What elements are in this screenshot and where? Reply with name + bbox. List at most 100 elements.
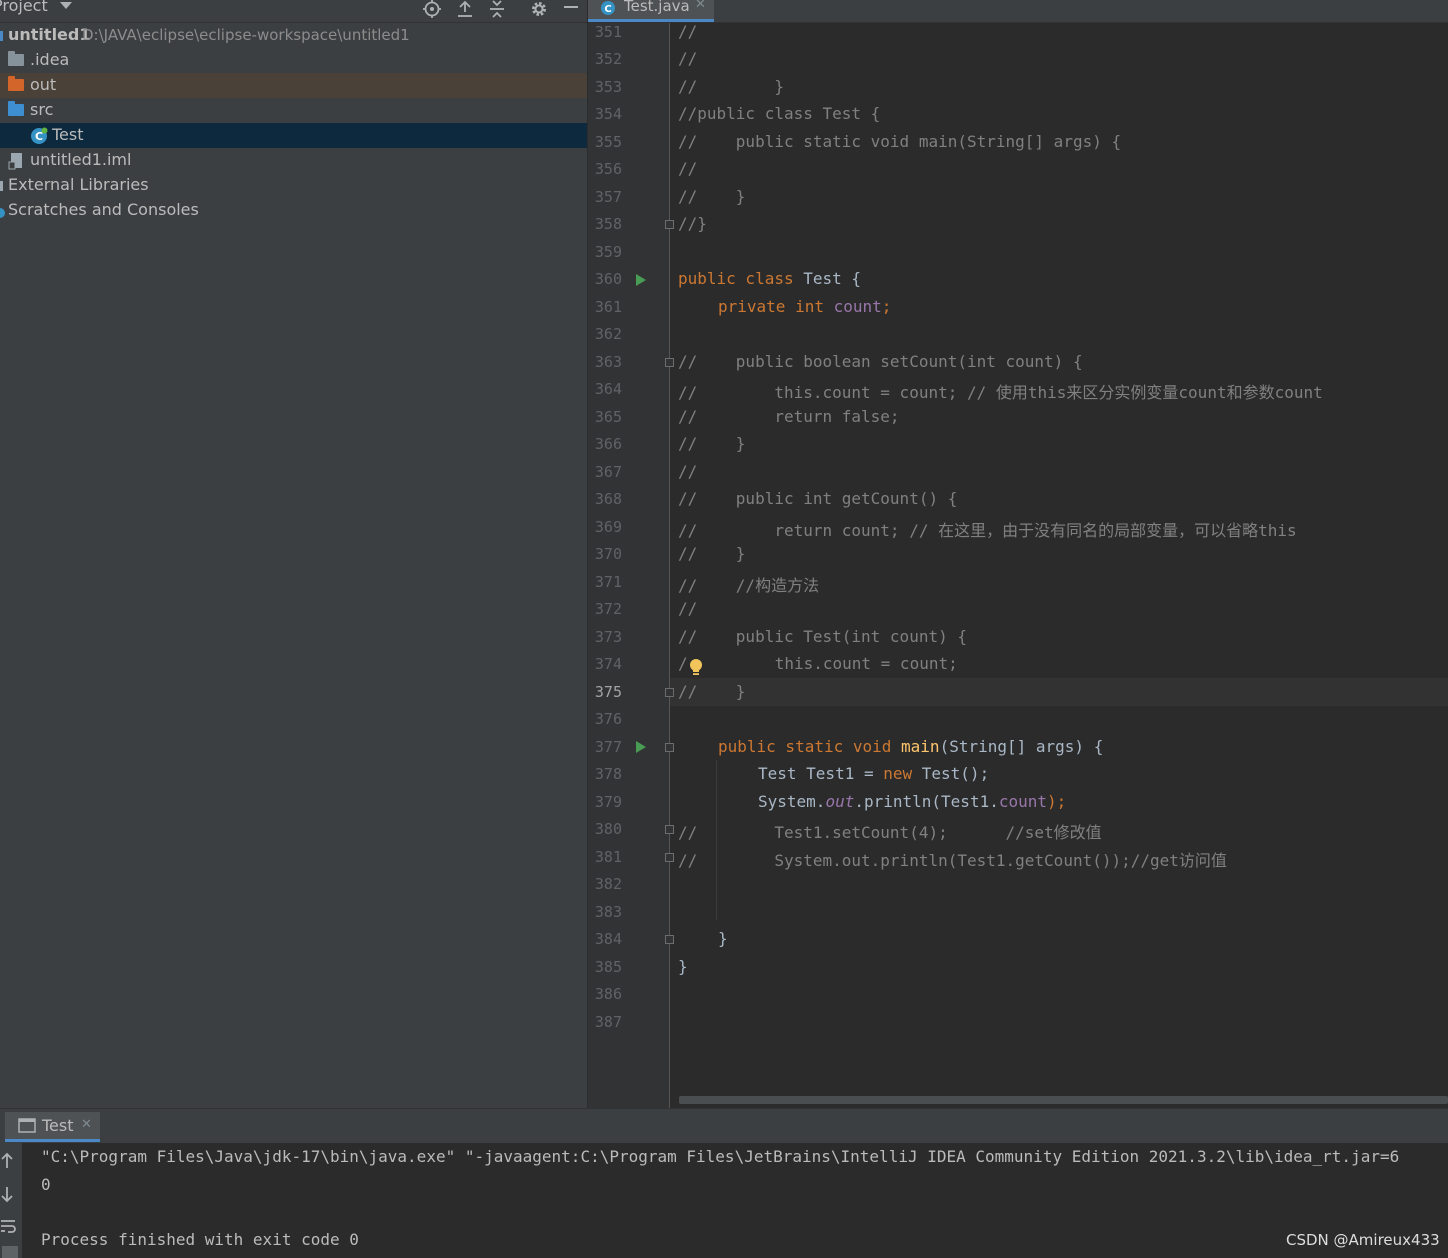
line-number: 370 <box>594 545 622 563</box>
close-icon[interactable]: ✕ <box>695 0 706 12</box>
chevron-down-icon[interactable] <box>60 2 72 9</box>
fold-marker-icon[interactable] <box>665 935 674 944</box>
line-number: 359 <box>594 243 622 261</box>
gear-icon[interactable] <box>529 0 549 19</box>
tree-item-test[interactable]: C Test <box>0 123 587 148</box>
close-icon[interactable]: ✕ <box>81 1117 92 1132</box>
fold-marker-icon[interactable] <box>665 220 674 229</box>
fold-marker-icon[interactable] <box>665 358 674 367</box>
code-line: System.out.println(Test1.count); <box>758 792 1066 811</box>
line-number-current: 375 <box>594 683 622 701</box>
tree-item-label: src <box>30 100 54 119</box>
code-line: // return count; // 在这里，由于没有同名的局部变量，可以省略… <box>678 521 1297 540</box>
project-toolbar: Project <box>0 0 587 23</box>
fold-marker-icon[interactable] <box>665 853 674 862</box>
line-number: 361 <box>594 298 622 316</box>
keyword: public static void <box>718 737 902 756</box>
line-number: 382 <box>594 875 622 893</box>
line-number: 380 <box>594 820 622 838</box>
code-line-main-decl: public static void main(String[] args) { <box>718 737 1103 756</box>
tab-label: Test.java <box>624 0 690 15</box>
run-tab-test[interactable]: Test ✕ <box>5 1112 100 1142</box>
lightbulb-icon[interactable] <box>688 658 704 678</box>
code-text: Test(); <box>921 764 990 783</box>
line-number: 383 <box>594 903 622 921</box>
code-line-class-decl: public class Test { <box>678 269 861 288</box>
keyword: new <box>883 764 922 783</box>
run-sidebar <box>0 1143 22 1258</box>
tree-item-idea[interactable]: .idea <box>0 48 587 73</box>
collapse-all-icon[interactable] <box>487 0 507 19</box>
java-class-icon: C <box>601 1 615 15</box>
code-text: Test Test1 = <box>758 764 884 783</box>
line-number: 352 <box>594 50 622 68</box>
run-panel-header <box>0 1108 1448 1143</box>
line-number: 353 <box>594 78 622 96</box>
line-number: 373 <box>594 628 622 646</box>
line-number: 355 <box>594 133 622 151</box>
tree-item-label: out <box>30 75 57 94</box>
hide-icon[interactable] <box>561 0 581 19</box>
code-line: // Test1.setCount(4); //set修改值 <box>678 823 1102 842</box>
line-number: 357 <box>594 188 622 206</box>
tree-item-label: External Libraries <box>8 175 149 194</box>
line-number: 369 <box>594 518 622 536</box>
console-output[interactable]: "C:\Program Files\Java\jdk-17\bin\java.e… <box>0 1143 1448 1258</box>
code-line: } <box>718 929 728 948</box>
tree-item-label: Scratches and Consoles <box>8 200 199 219</box>
tree-item-label: Test <box>52 125 84 144</box>
module-file-icon <box>8 153 22 170</box>
tab-test-java[interactable]: C Test.java ✕ <box>588 0 714 22</box>
code-line: // public static void main(String[] args… <box>678 132 1122 151</box>
tree-item-out[interactable]: out <box>0 73 587 98</box>
soft-wrap-icon[interactable] <box>0 1218 16 1234</box>
line-number: 368 <box>594 490 622 508</box>
line-number: 381 <box>594 848 622 866</box>
code-line: // <box>678 462 698 481</box>
method-name: main <box>901 737 940 756</box>
tree-item-iml[interactable]: untitled1.iml <box>0 148 587 173</box>
code-line: // this.count = count; // 使用this来区分实例变量c… <box>678 383 1323 402</box>
line-number: 371 <box>594 573 622 591</box>
tree-item-project-root[interactable]: untitled1 D:\JAVA\eclipse\eclipse-worksp… <box>0 23 587 48</box>
line-number: 360 <box>594 270 622 288</box>
tree-item-external-libraries[interactable]: External Libraries <box>0 173 587 198</box>
console-line: 0 <box>41 1175 51 1194</box>
line-number: 379 <box>594 793 622 811</box>
line-number: 374 <box>594 655 622 673</box>
line-number: 351 <box>594 23 622 41</box>
run-class-icon[interactable] <box>636 274 646 286</box>
line-number: 372 <box>594 600 622 618</box>
folder-icon <box>8 51 24 66</box>
scroll-to-end-icon[interactable] <box>2 1246 18 1258</box>
fold-marker-icon[interactable] <box>665 743 674 752</box>
code-line: // System.out.println(Test1.getCount());… <box>678 851 1227 870</box>
code-line: // } <box>678 187 746 206</box>
tree-item-label: untitled1.iml <box>30 150 132 169</box>
excluded-folder-icon <box>8 76 24 91</box>
code-text: Test { <box>803 269 862 288</box>
arrow-up-icon[interactable] <box>0 1152 14 1170</box>
horizontal-scrollbar[interactable] <box>679 1096 1448 1104</box>
current-line-highlight <box>670 678 1448 706</box>
arrow-down-icon[interactable] <box>0 1185 14 1203</box>
code-line: //} <box>678 214 707 233</box>
locate-icon[interactable] <box>422 0 442 19</box>
code-text: this.count = count; <box>697 654 958 673</box>
library-icon <box>0 181 3 191</box>
tree-item-scratches[interactable]: Scratches and Consoles <box>0 198 587 223</box>
scratches-icon <box>0 208 5 218</box>
tree-item-src[interactable]: src <box>0 98 587 123</box>
watermark: CSDN @Amireux433 <box>1286 1231 1440 1249</box>
code-line: / this.count = count; <box>678 654 958 673</box>
run-main-icon[interactable] <box>636 741 646 753</box>
line-number: 363 <box>594 353 622 371</box>
svg-text:C: C <box>35 130 43 143</box>
fold-marker-icon[interactable] <box>665 688 674 697</box>
code-text: ); <box>1047 792 1067 811</box>
project-view-title[interactable]: Project <box>0 0 48 15</box>
code-editor[interactable]: 351 352 353 354 355 356 357 358 359 360 … <box>588 22 1448 1108</box>
fold-marker-icon[interactable] <box>665 825 674 834</box>
expand-all-icon[interactable] <box>455 0 475 19</box>
line-number: 358 <box>594 215 622 233</box>
